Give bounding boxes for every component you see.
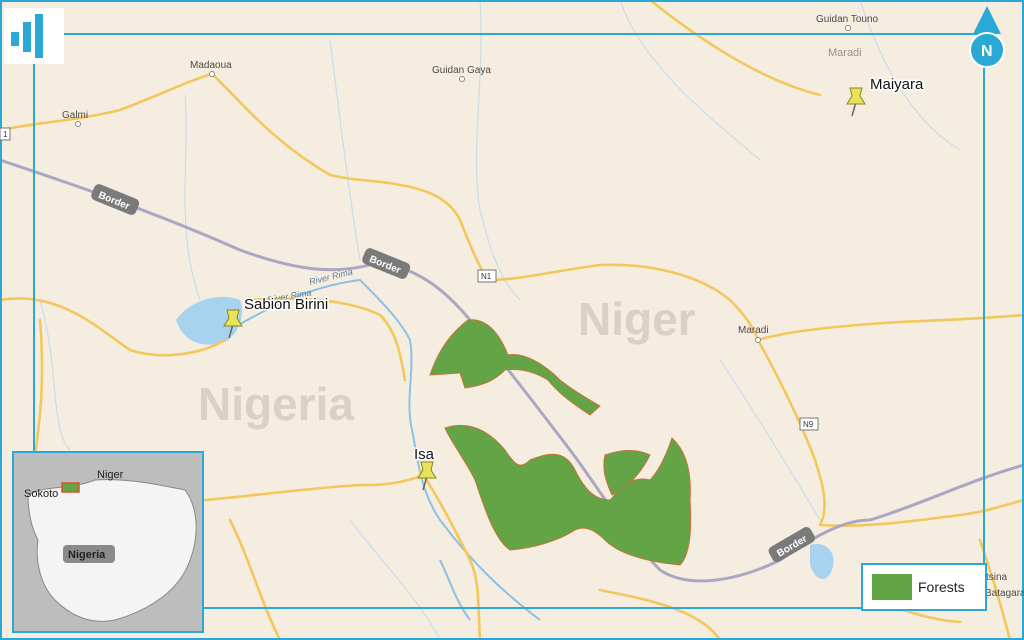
town-label-galmi: Galmi — [62, 110, 88, 121]
pin-label-isa: Isa — [414, 446, 435, 463]
town-label-batagarawa: Batagarawa — [985, 588, 1024, 599]
legend-swatch-forests — [872, 574, 912, 600]
pin-label-maiyara: Maiyara — [870, 76, 924, 93]
inset-label-nigeria: Nigeria — [68, 549, 106, 561]
town-label-guidan-gaya: Guidan Gaya — [432, 65, 491, 76]
town-label-maradi: Maradi — [738, 325, 769, 336]
pin-label-sabion-birini: Sabion Birini — [244, 296, 328, 313]
map-stage: Niger Nigeria Guidan Touno Madaoua Guida… — [0, 0, 1024, 640]
legend: Forests — [861, 563, 987, 611]
country-label-niger: Niger — [578, 293, 696, 345]
partial-town-label: tsina — [986, 572, 1008, 583]
country-label-nigeria: Nigeria — [198, 378, 354, 430]
region-label-maradi: Maradi — [828, 47, 862, 59]
road-shield-n1: N1 — [477, 269, 497, 283]
inset-locator — [61, 482, 80, 493]
road-shield-n9: N9 — [799, 417, 819, 431]
svg-text:N9: N9 — [803, 420, 814, 429]
compass-label: N — [981, 43, 993, 60]
logo — [4, 8, 64, 64]
inset-map: Niger Sokoto Nigeria — [12, 451, 204, 633]
road-shield-1: 1 — [0, 127, 11, 141]
legend-label-forests: Forests — [918, 579, 965, 595]
inset-label-sokoto: Sokoto — [24, 488, 58, 500]
town-label-madaoua: Madaoua — [190, 60, 232, 71]
svg-text:N1: N1 — [481, 272, 492, 281]
svg-text:1: 1 — [3, 130, 8, 139]
map-canvas[interactable]: Niger Nigeria Guidan Touno Madaoua Guida… — [0, 0, 1024, 640]
town-label-guidan-touno: Guidan Touno — [816, 14, 879, 25]
inset-label-niger: Niger — [97, 469, 124, 481]
